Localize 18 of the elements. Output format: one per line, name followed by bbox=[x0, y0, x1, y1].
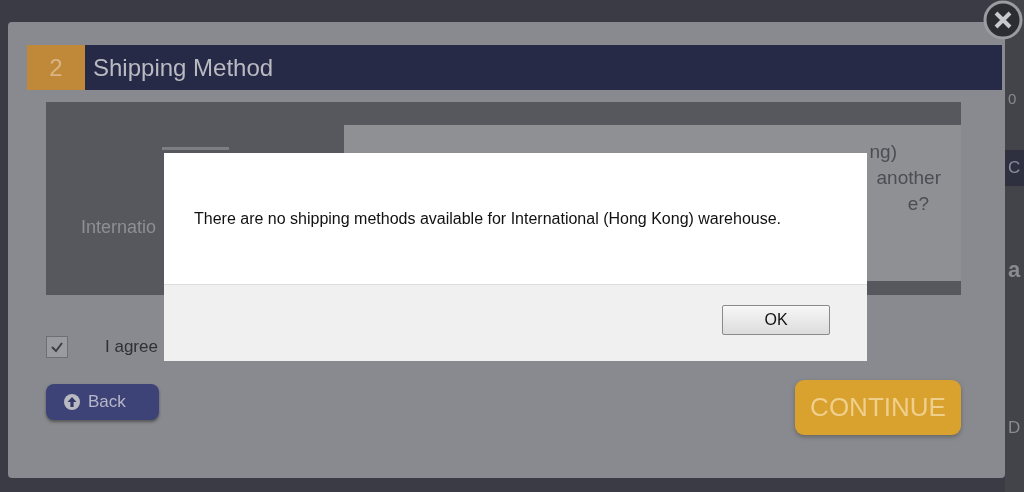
notice-text: another bbox=[876, 166, 941, 190]
back-button[interactable]: Back bbox=[46, 384, 159, 420]
warehouse-label: Internatio bbox=[81, 217, 157, 238]
notice-text: e? bbox=[907, 192, 929, 216]
page-text: C bbox=[1005, 150, 1024, 186]
agree-checkbox[interactable] bbox=[46, 336, 68, 358]
check-icon bbox=[50, 340, 64, 354]
up-arrow-icon bbox=[64, 394, 80, 410]
page-text: 0 bbox=[1008, 90, 1017, 107]
alert-message: There are no shipping methods available for International (Hong Kong) warehouse. bbox=[194, 209, 782, 228]
page-text: a bbox=[1008, 257, 1021, 283]
close-icon[interactable] bbox=[983, 0, 1023, 40]
section-title: Shipping Method bbox=[93, 53, 274, 82]
notice-text: ng) bbox=[869, 140, 897, 164]
page-text: D bbox=[1008, 418, 1021, 438]
agree-label: I agree bbox=[105, 337, 158, 357]
ok-button[interactable]: OK bbox=[722, 305, 830, 335]
step-number: 2 bbox=[27, 45, 85, 90]
